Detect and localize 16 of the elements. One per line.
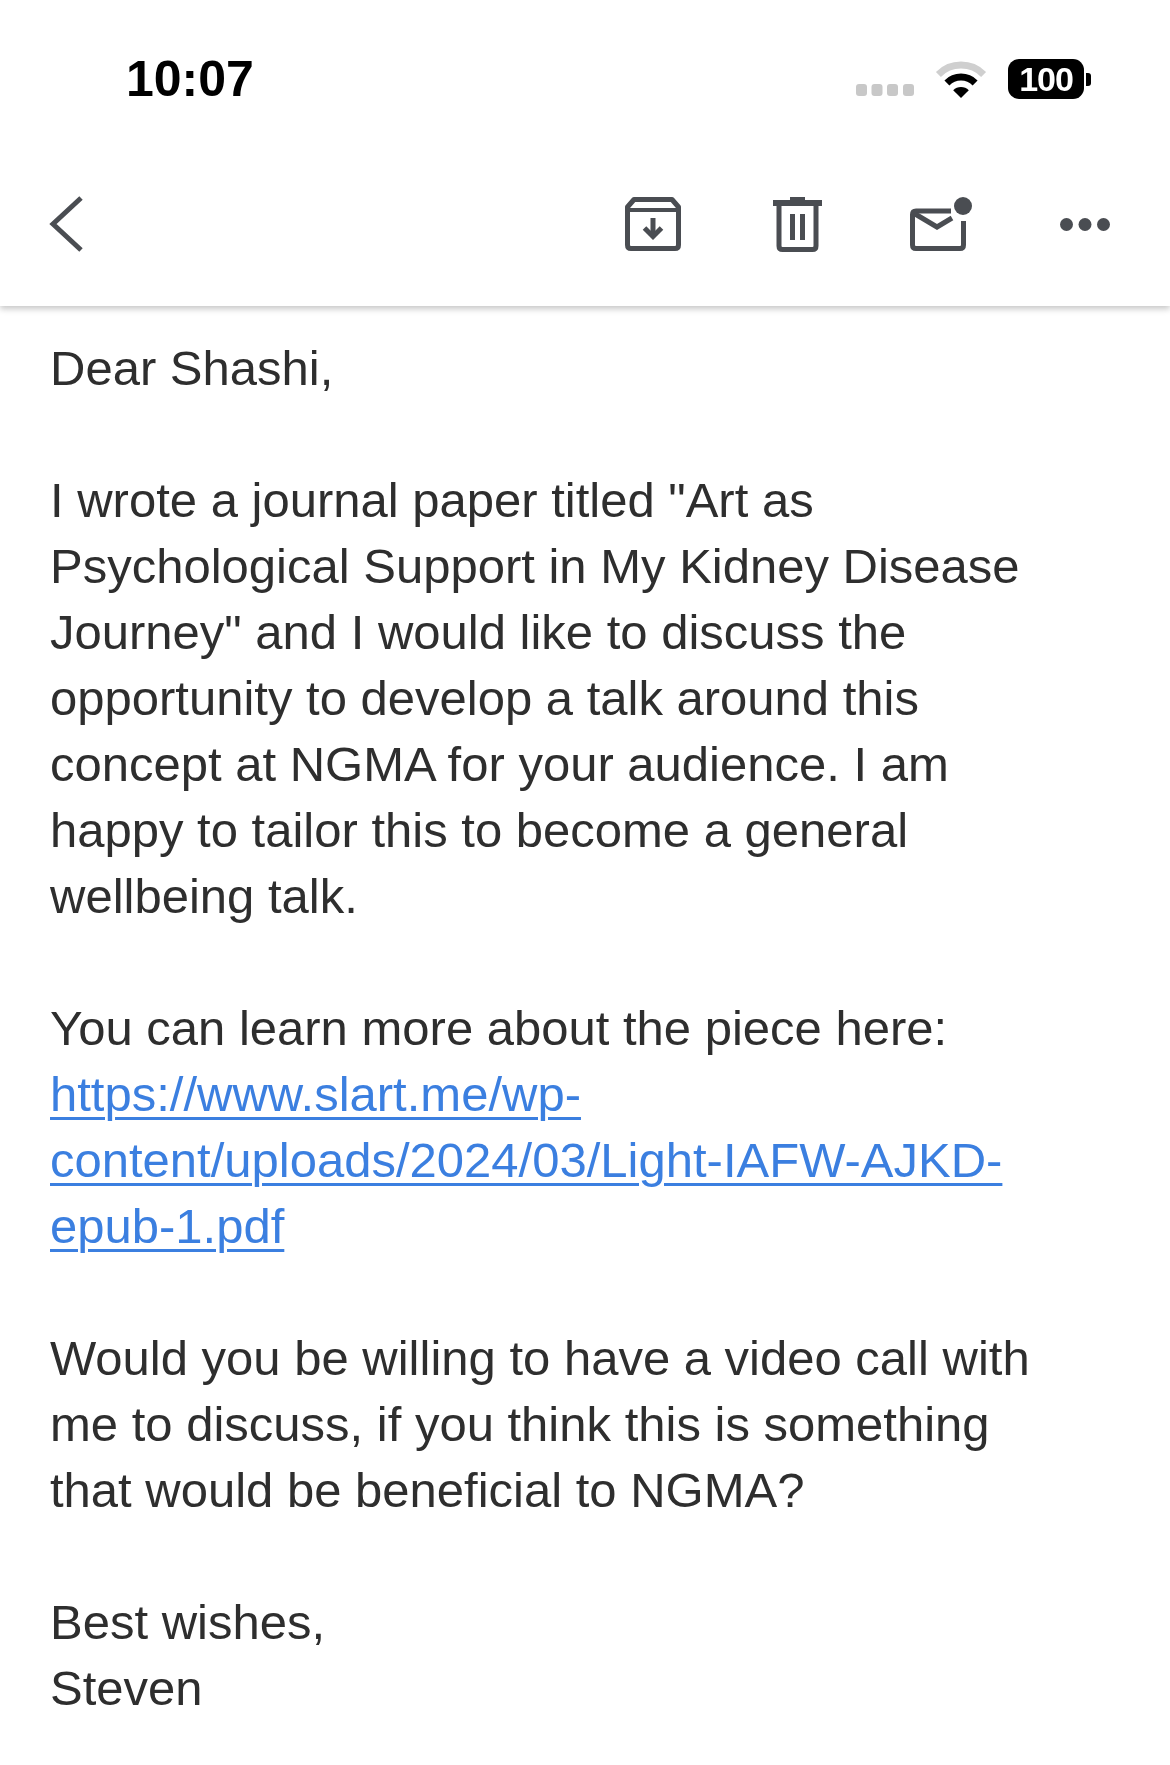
message-text: Dear Shashi, <box>50 340 335 397</box>
message-text: Best wishes, <box>50 1594 327 1651</box>
status-time: 10:07 <box>126 54 254 104</box>
envelope-dot-icon <box>910 197 972 251</box>
message-link[interactable]: https://www.slart.me/wp-content/uploads/2024/03/Light-IAFW-AJKD-epub-1.pdf <box>50 1061 1070 1259</box>
message-text: I wrote a journal paper titled "Art as Psychological Support in My Kidney Disease Journey" and I would like to discuss the opportunity to develop a talk around this concept at NGMA for your audience. I am happy to tailor this to become a general wellbeing talk. <box>50 472 1021 925</box>
message-text: Would you be willing to have a video call with me to discuss, if you think this is something that would be beneficial to NGMA? <box>50 1330 1031 1519</box>
more-icon <box>1060 217 1110 231</box>
wifi-icon <box>935 60 987 98</box>
signal-icon <box>856 84 914 96</box>
message-text: Steven <box>50 1660 204 1717</box>
message-text: You can learn more about the piece here: <box>50 1000 949 1057</box>
archive-icon <box>625 197 681 251</box>
chevron-left-icon <box>48 195 84 253</box>
battery-indicator: 100 <box>1008 59 1091 99</box>
trash-icon <box>772 196 822 252</box>
